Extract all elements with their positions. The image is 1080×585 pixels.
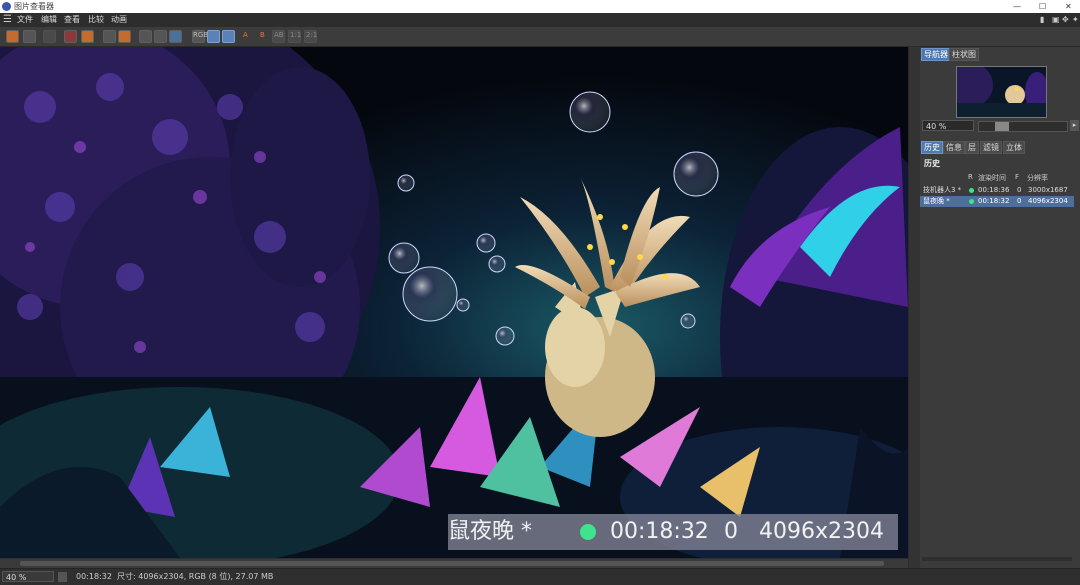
history-header-r: R — [968, 173, 973, 181]
menu-item-edit[interactable]: 编辑 — [41, 13, 57, 27]
menu-item-file[interactable]: 文件 — [17, 13, 33, 27]
ab-label: AB — [274, 31, 284, 39]
image-viewer[interactable]: 鼠夜晚 * 00:18:32 0 4096x2304 — [0, 47, 908, 558]
history-row-frame: 0 — [1017, 197, 1022, 205]
tab-info[interactable]: 信息 — [943, 141, 965, 154]
history-header-resolution: 分辨率 — [1027, 174, 1048, 182]
window-title: 图片查看器 — [14, 2, 54, 11]
history-row[interactable]: 技机器人3 * 00:18:36 0 3000x1687 — [920, 185, 1074, 196]
overlay-view-icon[interactable] — [169, 30, 182, 43]
status-time: 00:18:32 — [76, 572, 112, 581]
render-info-overlay: 鼠夜晚 * 00:18:32 0 4096x2304 — [448, 514, 898, 550]
settings-icon[interactable]: ✦ — [1072, 15, 1079, 24]
single-view-icon[interactable] — [139, 30, 152, 43]
history-title: 历史 — [924, 159, 940, 168]
menu-item-compare[interactable]: 比较 — [88, 13, 104, 27]
history-header-frame: F — [1015, 173, 1020, 181]
status-dot-icon — [969, 199, 974, 204]
history-row[interactable]: 鼠夜晚 * 00:18:32 0 4096x2304 — [920, 196, 1074, 207]
history-row-name: 技机器人3 * — [923, 186, 962, 194]
open-icon[interactable] — [6, 30, 19, 43]
render-image — [0, 47, 908, 558]
history-header-time: 渲染时间 — [978, 174, 1006, 182]
menu-bar: ☰ 文件 编辑 查看 比较 动画 ▮ ▣ ✥ ✦ — [0, 13, 1080, 27]
zoom-dropdown-icon[interactable] — [58, 572, 67, 582]
overlay-frame: 0 — [724, 519, 738, 544]
status-bar: 40 % 00:18:32 尺寸: 4096x2304, RGB (8 位), … — [0, 568, 1080, 585]
status-dot-icon — [580, 524, 596, 540]
zoom-icon[interactable] — [222, 30, 235, 43]
overlay-time: 00:18:32 — [610, 519, 709, 544]
side-panel: 导航器 柱状图 40 % ▸ 历史 信息 层 滤镜 立体 历史 R 渲染时间 F… — [920, 47, 1080, 568]
save-icon[interactable] — [23, 30, 36, 43]
maximize-button[interactable]: ☐ — [1039, 0, 1046, 13]
panel-icon[interactable]: ▣ — [1052, 15, 1060, 24]
history-row-name: 鼠夜晚 * — [923, 197, 950, 205]
app-icon — [2, 2, 11, 11]
history-row-resolution: 4096x2304 — [1028, 197, 1068, 205]
status-image-info: 尺寸: 4096x2304, RGB (8 位), 27.07 MB — [117, 572, 274, 581]
compare-alt-icon[interactable] — [118, 30, 131, 43]
split-view-icon[interactable] — [154, 30, 167, 43]
tab-filters[interactable]: 滤镜 — [980, 141, 1002, 154]
zoom-input[interactable]: 40 % — [2, 571, 54, 582]
overlay-resolution: 4096x2304 — [759, 519, 884, 544]
tab-stereo[interactable]: 立体 — [1003, 141, 1025, 154]
history-row-time: 00:18:32 — [978, 197, 1010, 205]
tab-navigator[interactable]: 导航器 — [921, 48, 951, 61]
zoom-step-button[interactable]: ▸ — [1070, 120, 1079, 131]
b-label[interactable]: B — [260, 31, 265, 39]
title-bar: 图片查看器 — ☐ ✕ — [0, 0, 1080, 13]
menu-item-animation[interactable]: 动画 — [111, 13, 127, 27]
menu-item-view[interactable]: 查看 — [64, 13, 80, 27]
zoom-slider[interactable] — [978, 121, 1068, 132]
status-dot-icon — [969, 188, 974, 193]
minimize-button[interactable]: — — [1013, 0, 1021, 13]
menu-icon[interactable]: ☰ — [3, 13, 12, 27]
clear-icon[interactable] — [81, 30, 94, 43]
history-row-time: 00:18:36 — [978, 186, 1010, 194]
navigator-thumbnail[interactable] — [956, 66, 1047, 118]
a-label[interactable]: A — [243, 31, 248, 39]
compare-icon[interactable] — [103, 30, 116, 43]
overlay-name: 鼠夜晚 * — [448, 519, 532, 544]
tab-histogram[interactable]: 柱状图 — [949, 48, 979, 61]
copy-icon[interactable] — [43, 30, 56, 43]
history-row-frame: 0 — [1017, 186, 1022, 194]
tab-history[interactable]: 历史 — [921, 141, 943, 154]
history-row-resolution: 3000x1687 — [1028, 186, 1068, 194]
crop-icon[interactable] — [64, 30, 77, 43]
layout-icon[interactable]: ▮ — [1040, 15, 1044, 24]
close-button[interactable]: ✕ — [1065, 0, 1072, 13]
navigator-zoom-row: 40 % ▸ — [922, 120, 1079, 132]
ratio-1-label: 1:1 — [290, 31, 302, 39]
rgb-label: RGB — [193, 31, 209, 39]
zoom-slider-knob[interactable] — [995, 122, 1010, 131]
panel-scrollbar[interactable] — [922, 557, 1072, 561]
horizontal-scroll-thumb[interactable] — [20, 561, 884, 566]
navigator-zoom-input[interactable]: 40 % — [922, 120, 974, 131]
fit-icon[interactable] — [207, 30, 220, 43]
ratio-2-label: 2:1 — [306, 31, 318, 39]
toolbar: RGB A B AB 1:1 2:1 — [0, 27, 1080, 47]
move-icon[interactable]: ✥ — [1062, 15, 1069, 24]
tab-layers[interactable]: 层 — [965, 141, 979, 154]
